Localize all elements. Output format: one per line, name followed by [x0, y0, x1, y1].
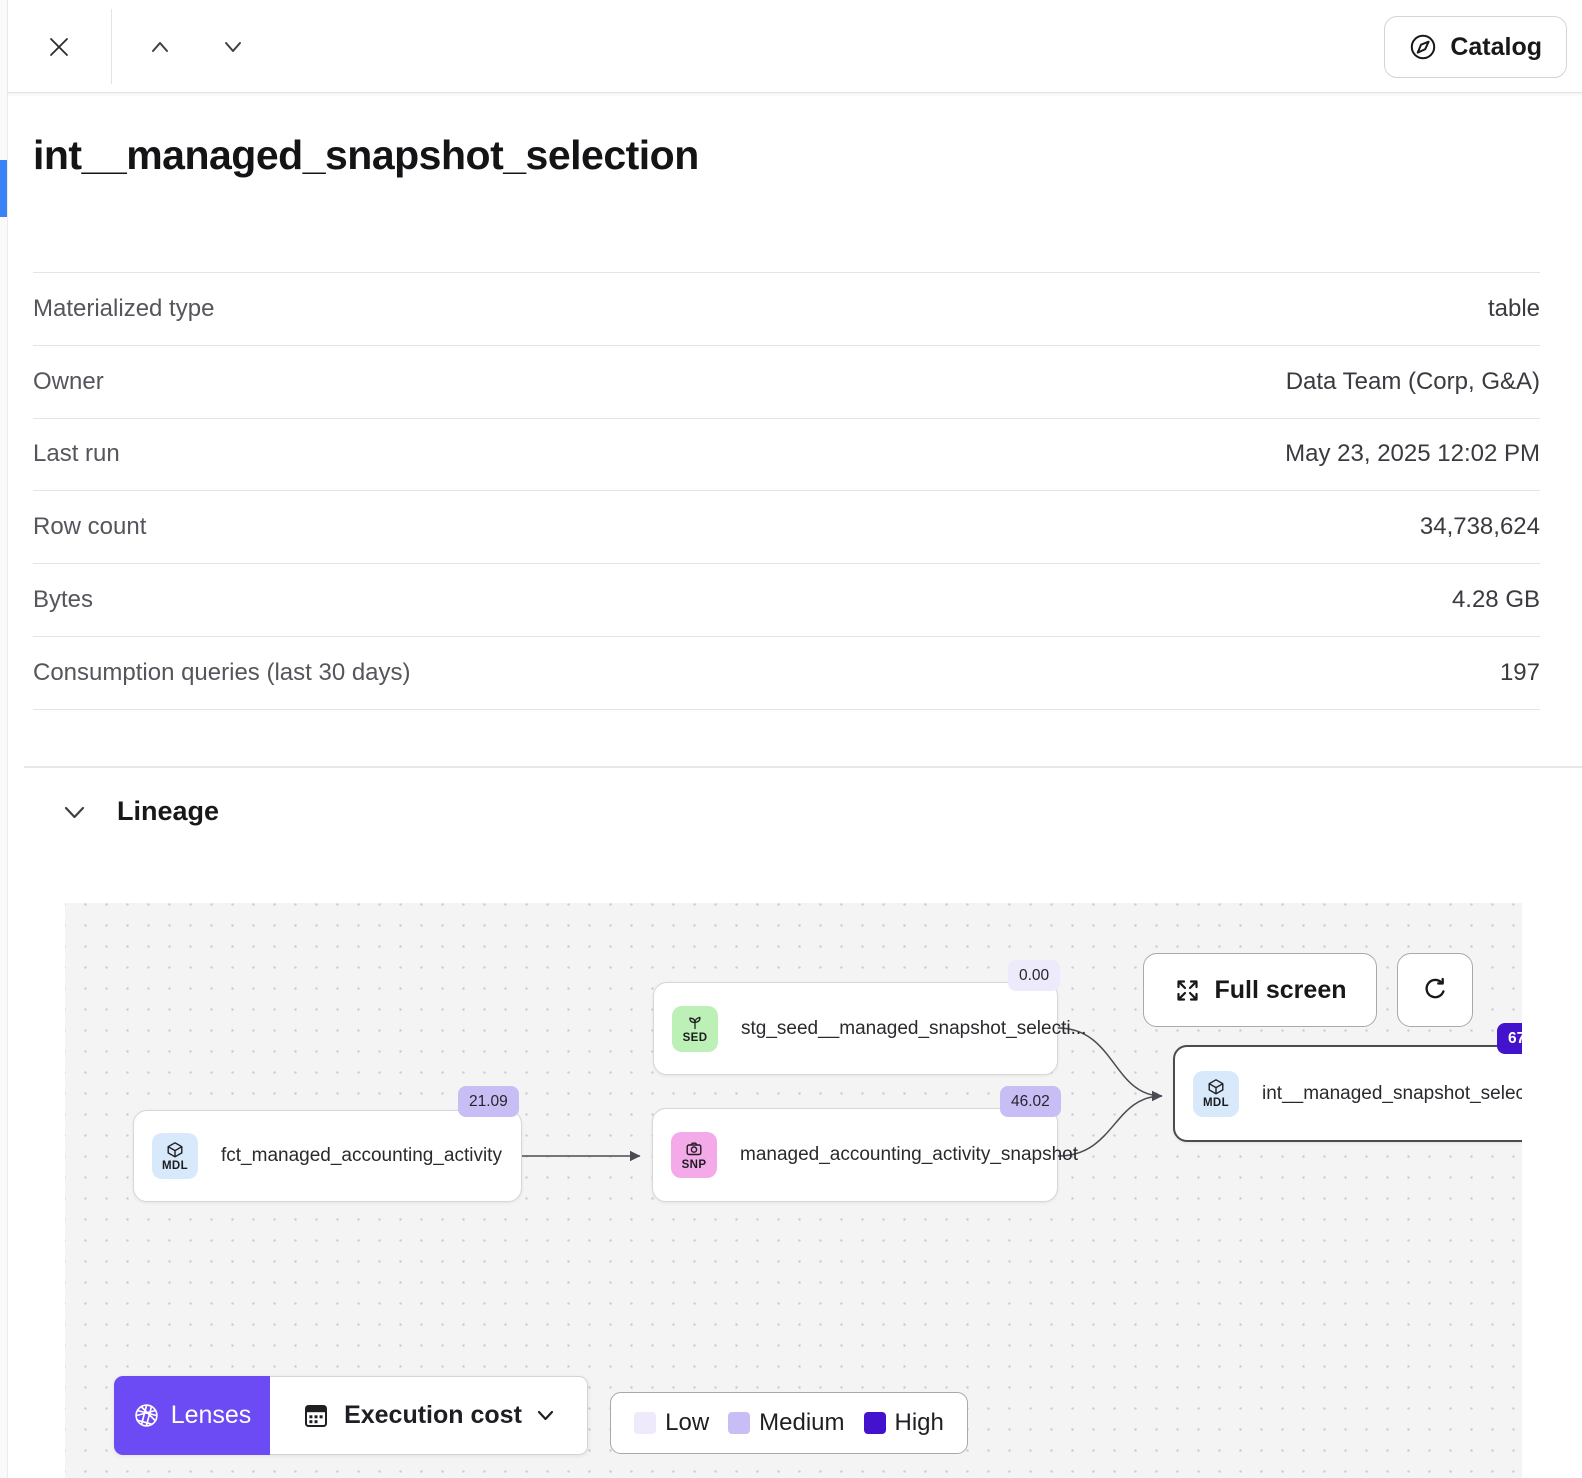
lens-selector-label: Execution cost — [344, 1401, 522, 1430]
legend-item: High — [864, 1409, 944, 1437]
node-type-badge: MDL — [1193, 1071, 1239, 1117]
lenses-button[interactable]: Lenses — [114, 1376, 270, 1455]
chevron-down-icon — [537, 1410, 554, 1421]
legend-label: Low — [665, 1409, 709, 1437]
fullscreen-button[interactable]: Full screen — [1143, 953, 1377, 1027]
catalog-button-label: Catalog — [1450, 33, 1542, 62]
legend-label: High — [895, 1409, 944, 1437]
legend-item: Medium — [728, 1409, 844, 1437]
metadata-label: Consumption queries (last 30 days) — [33, 659, 411, 687]
cost-badge: 67 — [1497, 1023, 1522, 1054]
close-button[interactable] — [37, 25, 81, 69]
node-label: fct_managed_accounting_activity — [221, 1145, 502, 1167]
nav-previous-button[interactable] — [138, 25, 182, 69]
node-type-label: SNP — [682, 1159, 707, 1171]
close-icon — [44, 32, 74, 62]
sprout-icon — [686, 1013, 704, 1031]
aperture-icon — [133, 1402, 160, 1429]
selected-item-indicator — [0, 160, 7, 217]
chevron-up-icon — [151, 40, 169, 54]
lineage-node-int-managed-snapshot-selection[interactable]: MDL int__managed_snapshot_selection — [1173, 1045, 1522, 1142]
nav-next-button[interactable] — [211, 25, 255, 69]
topbar-divider — [111, 9, 112, 84]
refresh-button[interactable] — [1397, 953, 1473, 1027]
cube-icon — [166, 1141, 184, 1159]
metadata-row: Materialized type table — [33, 273, 1540, 346]
catalog-button[interactable]: Catalog — [1384, 16, 1567, 78]
fullscreen-button-label: Full screen — [1215, 976, 1347, 1005]
node-label: managed_accounting_activity_snapshot — [740, 1144, 1078, 1166]
metadata-value: 34,738,624 — [1420, 513, 1540, 541]
section-divider — [24, 766, 1582, 768]
detail-panel: Catalog int__managed_snapshot_selection … — [0, 0, 1582, 1478]
metadata-label: Materialized type — [33, 295, 214, 323]
lineage-node-stg-seed-managed-snapshot-selection[interactable]: SED stg_seed__managed_snapshot_selecti..… — [653, 982, 1058, 1075]
legend-swatch-high — [864, 1412, 886, 1434]
metadata-value: May 23, 2025 12:02 PM — [1285, 440, 1540, 468]
camera-icon — [685, 1140, 703, 1158]
lenses-button-label: Lenses — [171, 1401, 252, 1430]
lineage-node-fct-managed-accounting-activity[interactable]: MDL fct_managed_accounting_activity — [133, 1110, 522, 1202]
metadata-value: 4.28 GB — [1452, 586, 1540, 614]
node-type-label: SED — [683, 1032, 708, 1044]
lenses-control: Lenses Execution cost — [114, 1376, 588, 1455]
metadata-row: Last run May 23, 2025 12:02 PM — [33, 419, 1540, 492]
metadata-value: table — [1488, 295, 1540, 323]
legend-label: Medium — [759, 1409, 844, 1437]
legend-swatch-medium — [728, 1412, 750, 1434]
cube-icon — [1207, 1078, 1225, 1096]
metadata-row: Bytes 4.28 GB — [33, 564, 1540, 637]
expand-icon — [1174, 977, 1201, 1004]
cost-badge: 0.00 — [1008, 960, 1060, 991]
lineage-section-toggle[interactable]: Lineage — [63, 796, 219, 827]
metadata-row: Owner Data Team (Corp, G&A) — [33, 346, 1540, 419]
metadata-row: Row count 34,738,624 — [33, 491, 1540, 564]
node-type-badge: MDL — [152, 1133, 198, 1179]
lens-selector[interactable]: Execution cost — [270, 1376, 588, 1455]
metadata-label: Row count — [33, 513, 146, 541]
legend-swatch-low — [634, 1412, 656, 1434]
legend-item: Low — [634, 1409, 709, 1437]
chevron-down-icon — [224, 40, 242, 54]
metadata-label: Last run — [33, 440, 120, 468]
metadata-row: Consumption queries (last 30 days) 197 — [33, 637, 1540, 710]
metadata-label: Bytes — [33, 586, 93, 614]
lineage-node-managed-accounting-activity-snapshot[interactable]: SNP managed_accounting_activity_snapshot — [652, 1108, 1058, 1202]
node-label: int__managed_snapshot_selection — [1262, 1083, 1522, 1105]
page-title: int__managed_snapshot_selection — [33, 132, 699, 179]
cost-legend: Low Medium High — [610, 1392, 968, 1454]
cost-badge: 21.09 — [458, 1086, 519, 1117]
metadata-value: Data Team (Corp, G&A) — [1286, 368, 1540, 396]
metadata-value: 197 — [1500, 659, 1540, 687]
node-type-label: MDL — [1203, 1097, 1229, 1109]
node-label: stg_seed__managed_snapshot_selecti... — [741, 1018, 1086, 1040]
metadata-table: Materialized type table Owner Data Team … — [33, 272, 1540, 710]
compass-icon — [1409, 33, 1437, 61]
metadata-label: Owner — [33, 368, 104, 396]
node-type-label: MDL — [162, 1160, 188, 1172]
refresh-icon — [1421, 976, 1449, 1004]
cost-badge: 46.02 — [1000, 1086, 1061, 1117]
node-type-badge: SED — [672, 1006, 718, 1052]
lineage-title: Lineage — [117, 796, 219, 827]
lineage-canvas[interactable]: MDL fct_managed_accounting_activity 21.0… — [65, 903, 1522, 1478]
topbar: Catalog — [8, 0, 1582, 93]
background-gutter — [0, 0, 8, 1478]
table-icon — [303, 1403, 329, 1429]
chevron-down-icon — [63, 804, 86, 820]
node-type-badge: SNP — [671, 1132, 717, 1178]
